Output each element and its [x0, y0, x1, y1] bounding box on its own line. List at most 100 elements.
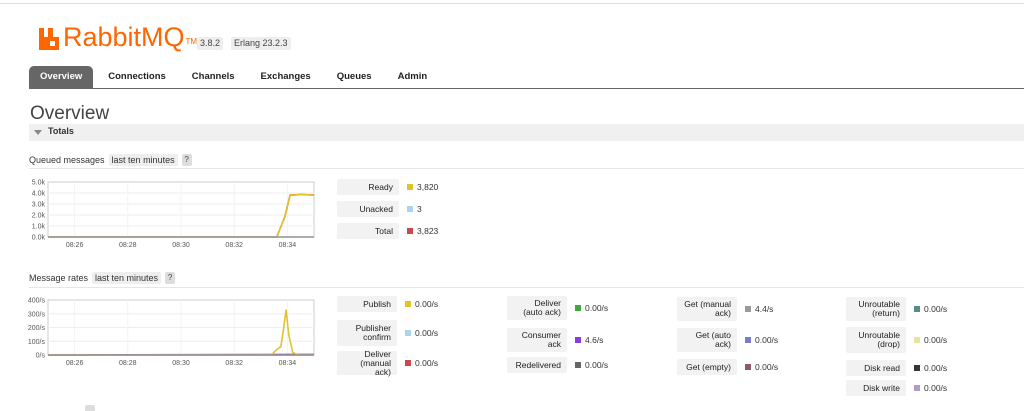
stat-label: Get (empty)	[677, 359, 737, 375]
page-title: Overview	[30, 103, 110, 124]
stat-get-manual-ack: Get (manual ack) 4.4/s	[677, 297, 773, 321]
color-swatch[interactable]	[914, 306, 920, 312]
rates-x-tick: 08:28	[119, 360, 137, 367]
stat-label: Ready	[337, 179, 399, 195]
stat-label: Unroutable (drop)	[846, 327, 906, 353]
stat-disk-read: Disk read 0.00/s	[846, 360, 947, 376]
next-help-icon[interactable]	[85, 405, 95, 411]
rates-divider	[29, 287, 1024, 288]
queued-help-icon[interactable]: ?	[181, 153, 192, 166]
stat-get-auto-ack: Get (auto ack) 0.00/s	[677, 328, 778, 352]
tab-queues[interactable]: Queues	[326, 66, 383, 88]
stat-disk-write: Disk write 0.00/s	[846, 380, 947, 396]
stat-label: Unacked	[337, 201, 399, 217]
rabbitmq-version-badge: 3.8.2	[197, 37, 224, 50]
stat-unroutable-drop: Unroutable (drop) 0.00/s	[846, 327, 947, 353]
stat-value: 0.00/s	[415, 328, 439, 338]
stat-get-empty: Get (empty) 0.00/s	[677, 359, 778, 375]
stat-unroutable-return: Unroutable (return) 0.00/s	[846, 297, 947, 321]
stat-label: Deliver (manual ack)	[337, 349, 397, 376]
collapse-triangle-icon	[34, 130, 42, 135]
tab-connections[interactable]: Connections	[97, 66, 177, 88]
rates-y-tick: 300/s	[28, 311, 46, 318]
color-swatch[interactable]	[407, 228, 413, 234]
color-swatch[interactable]	[575, 305, 581, 311]
color-swatch[interactable]	[914, 337, 920, 343]
top-border	[0, 3, 1024, 4]
color-swatch[interactable]	[745, 337, 751, 343]
queued-x-tick: 08:26	[66, 242, 84, 249]
queued-y-tick: 4.0k	[32, 191, 46, 198]
queued-divider	[29, 168, 1024, 169]
totals-section-toggle[interactable]: Totals	[29, 124, 1024, 141]
stat-label: Deliver (auto ack)	[507, 296, 567, 320]
stat-value: 0.00/s	[924, 383, 948, 393]
queued-x-tick: 08:32	[225, 242, 243, 249]
color-swatch[interactable]	[405, 301, 411, 307]
stat-label: Disk read	[846, 360, 906, 376]
queued-messages-label: Queued messages	[29, 154, 105, 165]
tab-overview[interactable]: Overview	[29, 66, 94, 88]
color-swatch[interactable]	[745, 306, 751, 312]
stat-value: 0.00/s	[755, 335, 779, 345]
stat-label: Redelivered	[507, 357, 567, 373]
color-swatch[interactable]	[575, 362, 581, 368]
stat-value: 4.4/s	[755, 304, 774, 314]
stat-value: 3,823	[417, 226, 439, 236]
main-nav: Overview Connections Channels Exchanges …	[29, 66, 438, 88]
stat-label: Disk write	[846, 380, 906, 396]
stat-value: 4.6/s	[585, 335, 604, 345]
stat-deliver-manual-ack: Deliver (manual ack) 0.00/s	[337, 349, 439, 376]
stat-label: Get (manual ack)	[677, 297, 737, 321]
stat-value: 0.00/s	[585, 360, 609, 370]
rates-y-tick: 200/s	[28, 325, 46, 332]
stat-label: Unroutable (return)	[846, 297, 906, 321]
color-swatch[interactable]	[914, 385, 920, 391]
rates-x-tick: 08:32	[225, 360, 243, 367]
rates-x-tick: 08:30	[172, 360, 190, 367]
stat-value: 0.00/s	[755, 362, 779, 372]
color-swatch[interactable]	[407, 184, 413, 190]
stat-label: Consumer ack	[507, 328, 567, 352]
queued-y-tick: 1.0k	[32, 224, 46, 231]
stat-value: 0.00/s	[924, 363, 948, 373]
queued-messages-chart: 5.0k 4.0k 3.0k 2.0k 1.0k 0.0k 08:26 08:28 08:30 0…	[10, 178, 320, 250]
color-swatch[interactable]	[745, 364, 751, 370]
stat-value: 3	[417, 204, 422, 214]
logo-trademark: TM	[185, 37, 198, 46]
tab-admin[interactable]: Admin	[387, 66, 439, 88]
stat-publish: Publish 0.00/s	[337, 296, 438, 312]
stat-value: 0.00/s	[924, 304, 948, 314]
color-swatch[interactable]	[405, 360, 411, 366]
color-swatch[interactable]	[914, 365, 920, 371]
color-swatch[interactable]	[407, 206, 413, 212]
stat-value: 0.00/s	[415, 299, 439, 309]
rabbitmq-logo[interactable]: RabbitMQ TM	[37, 20, 197, 52]
stat-total: Total 3,823	[337, 223, 438, 239]
stat-label: Publish	[337, 296, 397, 312]
stat-publisher-confirm: Publisher confirm 0.00/s	[337, 320, 438, 346]
stat-redelivered: Redelivered 0.00/s	[507, 357, 608, 373]
stat-deliver-auto-ack: Deliver (auto ack) 0.00/s	[507, 296, 608, 320]
stat-value: 0.00/s	[415, 358, 439, 368]
tab-exchanges[interactable]: Exchanges	[250, 66, 322, 88]
section-title: Totals	[48, 126, 74, 136]
queued-range-selector[interactable]: last ten minutes	[108, 153, 178, 166]
erlang-version-badge: Erlang 23.2.3	[231, 37, 291, 50]
color-swatch[interactable]	[575, 337, 581, 343]
queued-x-tick: 08:34	[279, 242, 297, 249]
stat-label: Total	[337, 223, 399, 239]
color-swatch[interactable]	[405, 330, 411, 336]
rates-y-tick: 0/s	[36, 353, 46, 360]
stat-unacked: Unacked 3	[337, 201, 422, 217]
message-rates-header: Message rates last ten minutes ?	[29, 271, 176, 284]
rates-help-icon[interactable]: ?	[165, 271, 176, 284]
rates-y-tick: 400/s	[28, 298, 46, 305]
tab-channels[interactable]: Channels	[181, 66, 246, 88]
stat-value: 0.00/s	[585, 303, 609, 313]
stat-ready: Ready 3,820	[337, 179, 438, 195]
queued-messages-header: Queued messages last ten minutes ?	[29, 153, 192, 166]
rates-range-selector[interactable]: last ten minutes	[92, 271, 162, 284]
queued-y-tick: 2.0k	[32, 213, 46, 220]
logo-wordmark: RabbitMQ	[63, 22, 185, 52]
